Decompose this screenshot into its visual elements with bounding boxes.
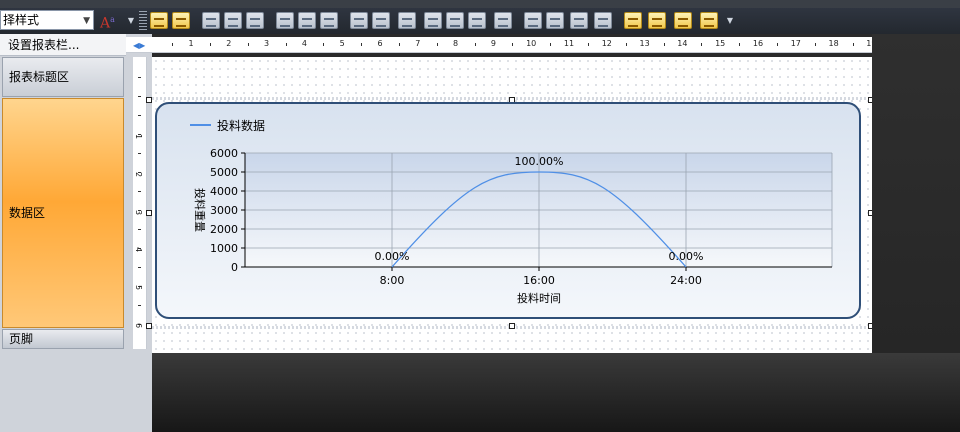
workspace-background bbox=[152, 353, 960, 432]
y-tick-label: 6000 bbox=[210, 147, 238, 160]
data-label: 100.00% bbox=[515, 155, 564, 168]
y-tick-label: 1000 bbox=[210, 242, 238, 255]
x-axis-title: 投料时间 bbox=[517, 291, 561, 305]
y-tick-label: 5000 bbox=[210, 166, 238, 179]
x-tick-label: 16:00 bbox=[523, 274, 555, 287]
legend-label: 投料数据 bbox=[217, 118, 265, 133]
workspace-background bbox=[872, 34, 960, 353]
y-tick-label: 3000 bbox=[210, 204, 238, 217]
y-tick-label: 2000 bbox=[210, 223, 238, 236]
y-axis-title: 投料重量 bbox=[193, 188, 207, 232]
data-label: 0.00% bbox=[669, 250, 704, 263]
data-label: 0.00% bbox=[375, 250, 410, 263]
x-tick-label: 8:00 bbox=[380, 274, 405, 287]
y-tick-label: 0 bbox=[231, 261, 238, 274]
y-tick-label: 4000 bbox=[210, 185, 238, 198]
x-tick-label: 24:00 bbox=[670, 274, 702, 287]
